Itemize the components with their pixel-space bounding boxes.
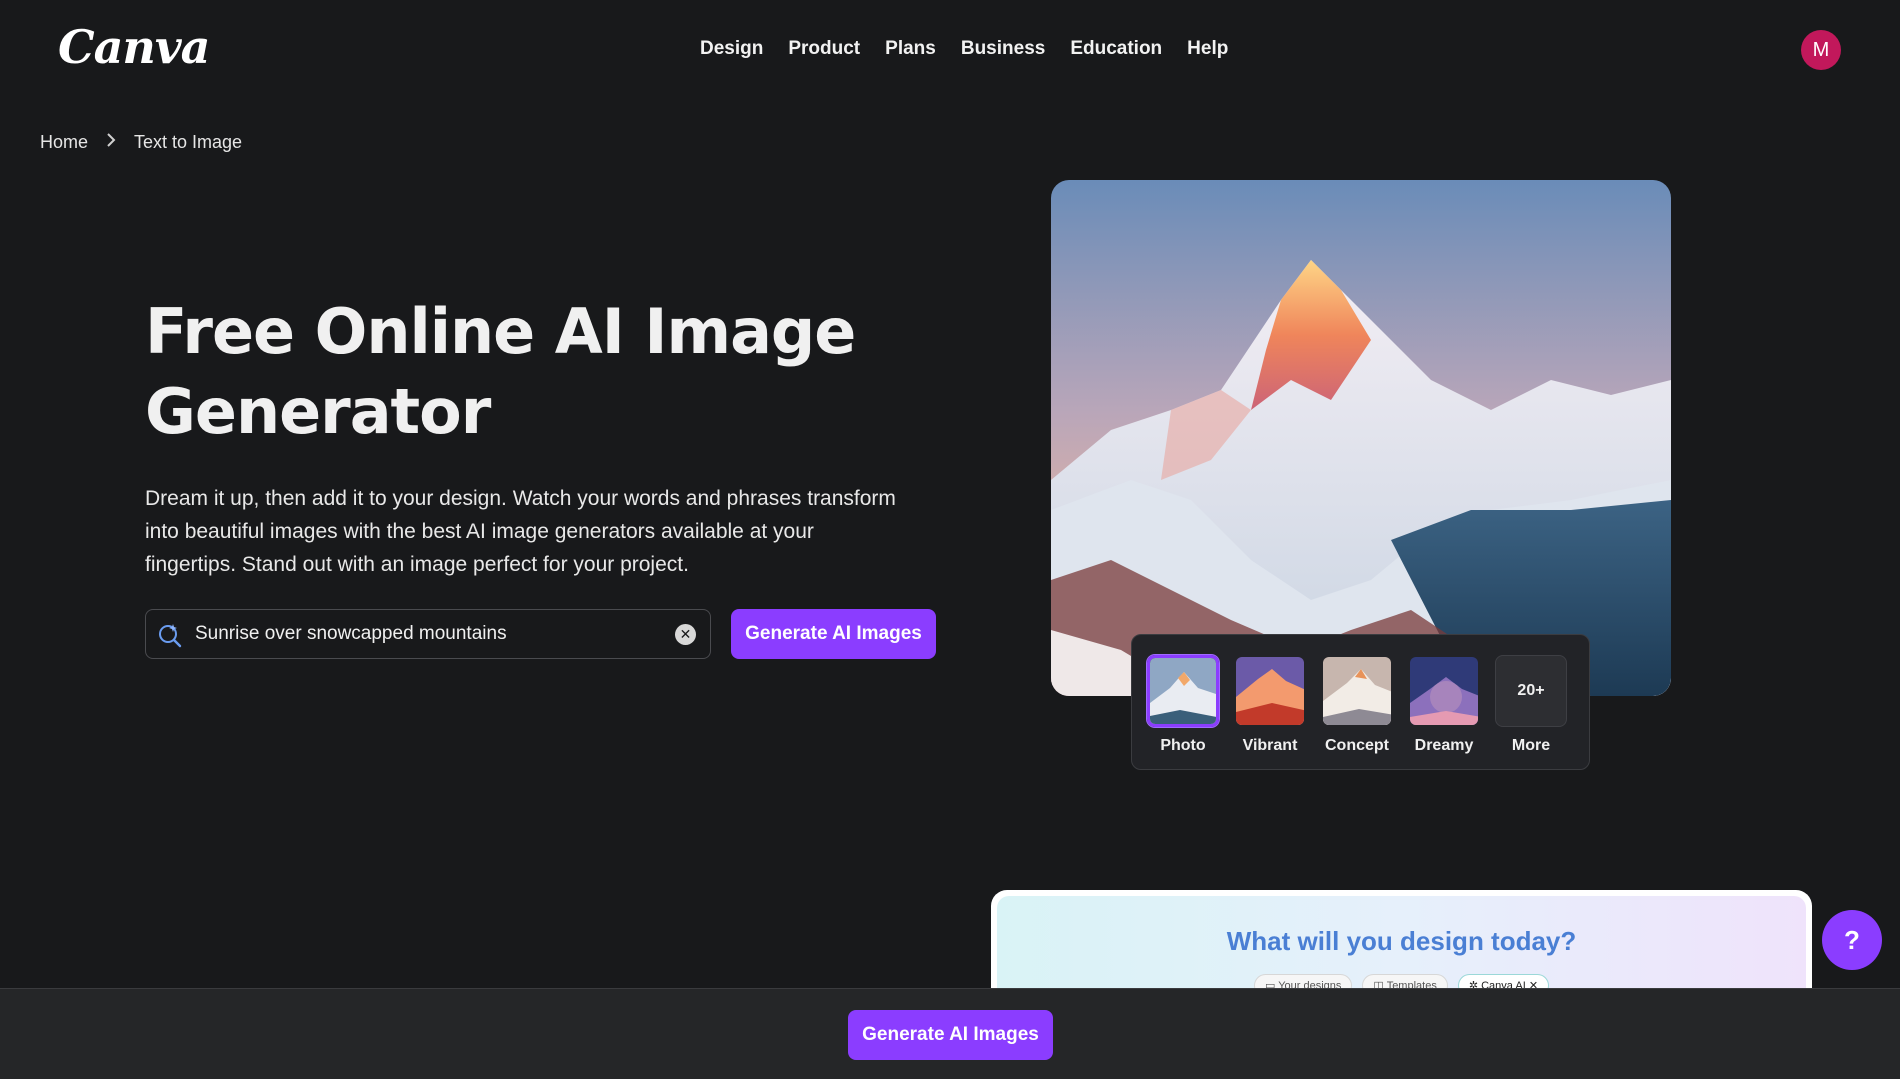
style-label-dreamy: Dreamy <box>1414 737 1474 754</box>
main-nav: Design Product Plans Business Education … <box>700 38 1228 60</box>
style-option-concept[interactable]: Concept <box>1321 655 1393 755</box>
nav-business[interactable]: Business <box>961 38 1045 60</box>
bottom-generate-button[interactable]: Generate AI Images <box>848 1010 1053 1060</box>
generate-button[interactable]: Generate AI Images <box>731 609 936 659</box>
help-button[interactable]: ? <box>1822 910 1882 970</box>
canva-logo[interactable]: Canva <box>58 20 210 74</box>
nav-design[interactable]: Design <box>700 38 763 60</box>
page-title-line-1: Free Online AI Image <box>145 295 856 368</box>
prompt-search-box: ✕ <box>145 609 711 659</box>
style-option-vibrant[interactable]: Vibrant <box>1234 655 1306 755</box>
style-option-more[interactable]: 20+ More <box>1495 655 1567 755</box>
more-styles-count: 20+ <box>1495 655 1567 727</box>
style-label-concept: Concept <box>1325 737 1389 754</box>
style-label-photo: Photo <box>1160 737 1206 754</box>
avatar[interactable]: M <box>1801 30 1841 70</box>
preview-title: What will you design today? <box>1226 926 1577 956</box>
preview-inner: What will you design today? ▭ Your desig… <box>997 896 1806 1000</box>
breadcrumb-home[interactable]: Home <box>40 132 88 153</box>
style-thumb-concept <box>1321 655 1393 727</box>
prompt-input[interactable] <box>195 610 645 658</box>
style-thumb-dreamy <box>1408 655 1480 727</box>
style-thumb-photo <box>1147 655 1219 727</box>
breadcrumb-current: Text to Image <box>134 132 243 152</box>
hero-description: Dream it up, then add it to your design.… <box>145 482 945 581</box>
nav-product[interactable]: Product <box>788 38 860 60</box>
style-picker: Photo Vibrant Concept Dreamy 20+ More <box>1131 634 1590 770</box>
style-option-photo[interactable]: Photo <box>1147 655 1219 755</box>
style-label-more: More <box>1511 737 1551 754</box>
style-label-vibrant: Vibrant <box>1242 737 1298 754</box>
clear-icon[interactable]: ✕ <box>675 624 696 645</box>
top-header: Canva Design Product Plans Business Educ… <box>0 0 1900 100</box>
style-thumb-vibrant <box>1234 655 1306 727</box>
hero-description-line-1: Dream it up, then add it to your design.… <box>145 487 896 510</box>
magic-search-icon <box>157 622 183 648</box>
nav-help[interactable]: Help <box>1187 38 1228 60</box>
hero-mountain-image <box>1051 180 1671 696</box>
bottom-sticky-bar: Generate AI Images <box>0 988 1900 1079</box>
hero-description-line-2: into beautiful images with the best AI i… <box>145 520 814 543</box>
chevron-right-icon <box>106 132 116 153</box>
page-title: Free Online AI Image Generator <box>145 292 905 452</box>
page-title-line-2: Generator <box>145 375 491 448</box>
design-preview-card: What will you design today? ▭ Your desig… <box>991 890 1812 1000</box>
nav-plans[interactable]: Plans <box>885 38 936 60</box>
hero-description-line-3: fingertips. Stand out with an image perf… <box>145 553 689 576</box>
nav-education[interactable]: Education <box>1070 38 1162 60</box>
style-option-dreamy[interactable]: Dreamy <box>1408 655 1480 755</box>
breadcrumb: Home Text to Image <box>40 132 242 153</box>
